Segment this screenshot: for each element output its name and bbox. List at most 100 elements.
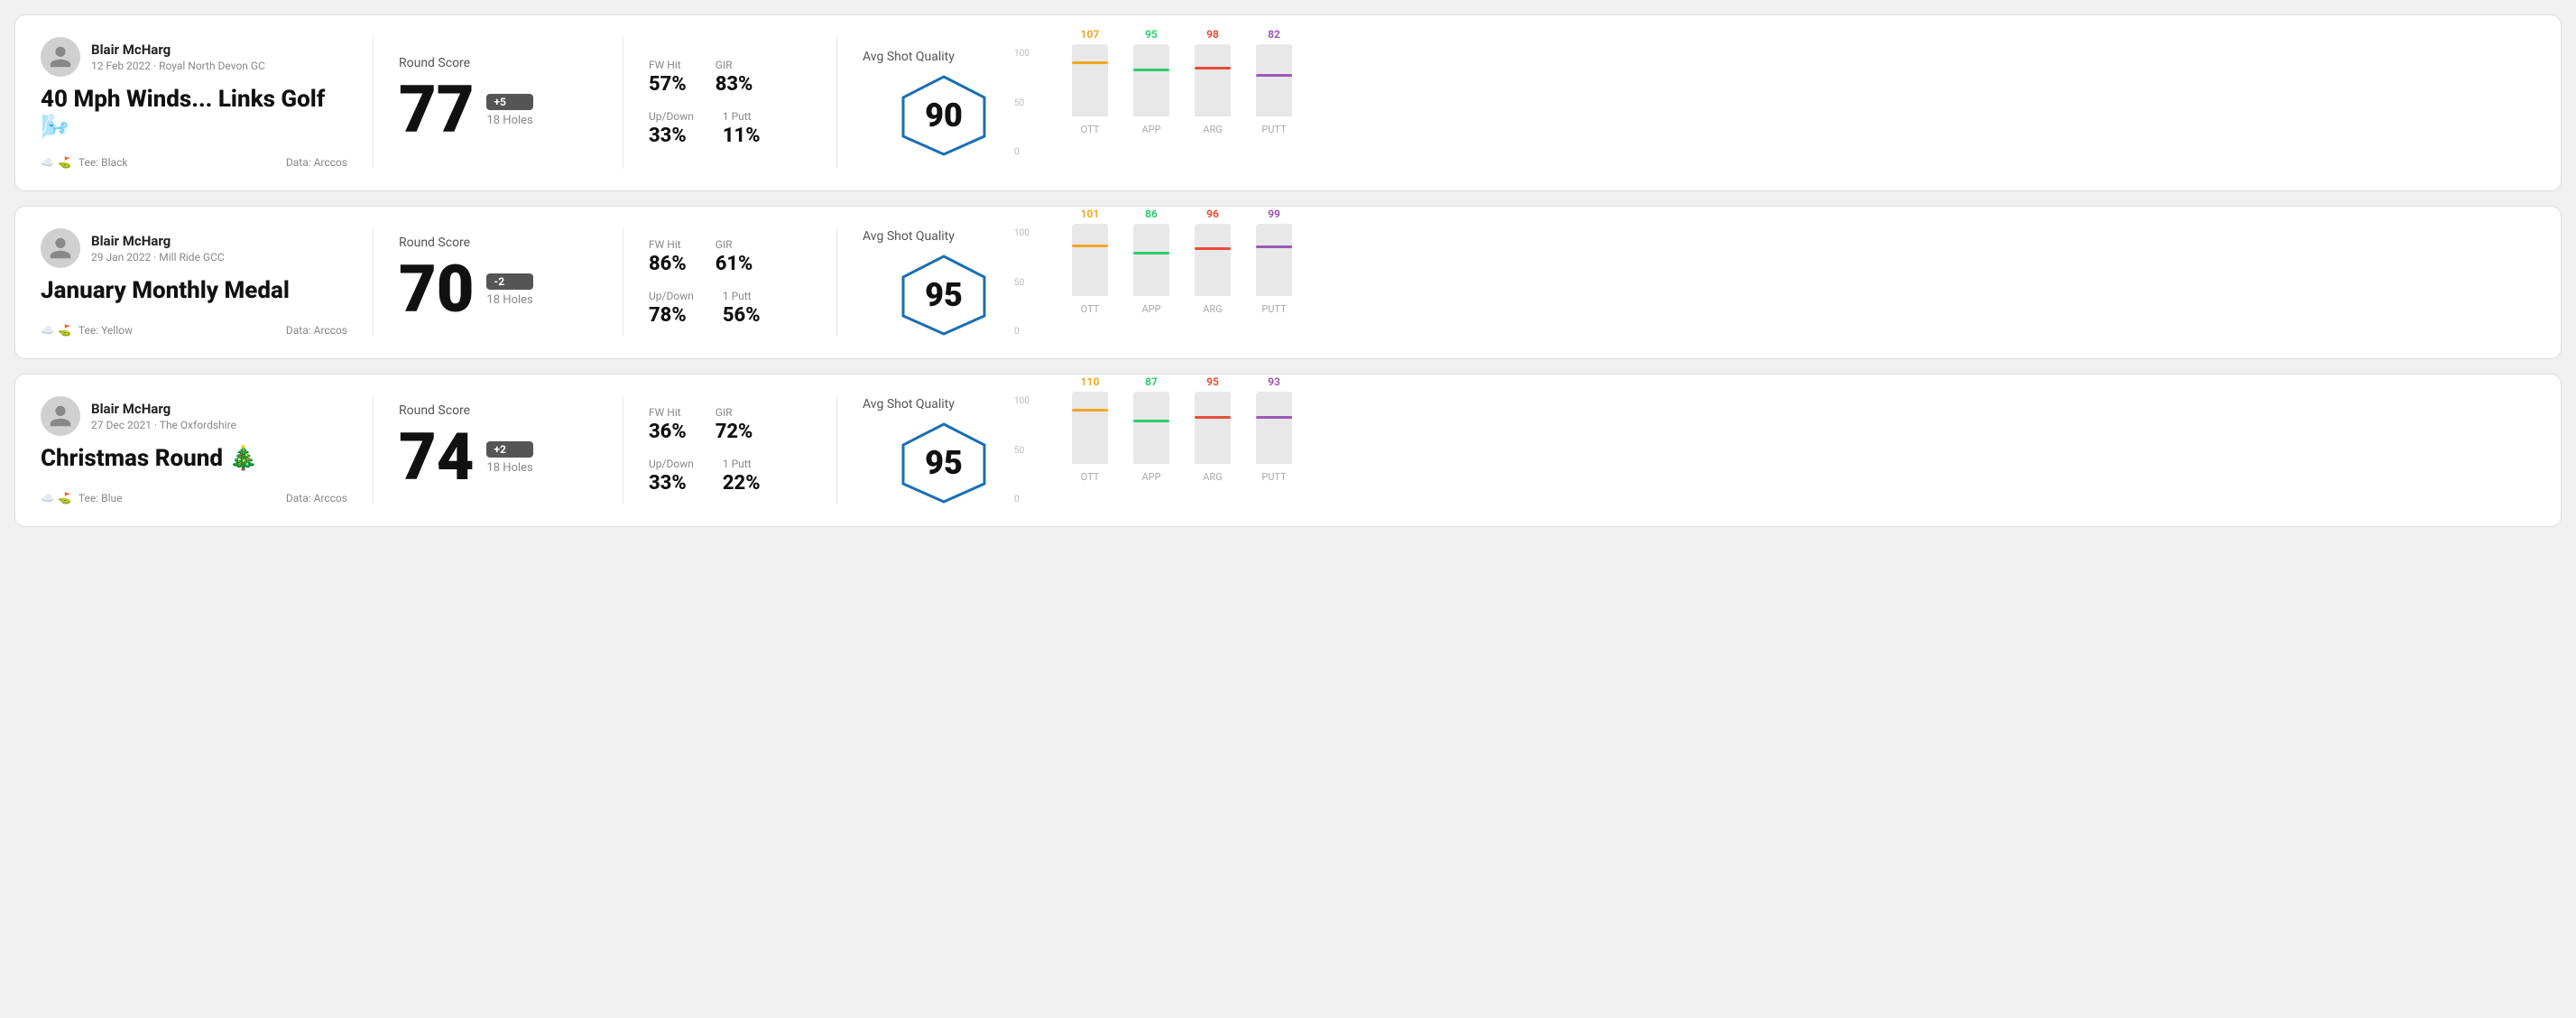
divider bbox=[373, 228, 374, 337]
round-score-label: Round Score bbox=[399, 403, 597, 418]
card-stats: FW Hit 36% GIR 72% Up/Down 33% 1 Putt bbox=[649, 396, 811, 504]
chart-bar-bg bbox=[1072, 44, 1108, 116]
chart-wrapper: 100 50 0 101 OTT 86 bbox=[1043, 228, 2535, 337]
y-label-50: 50 bbox=[1014, 446, 1029, 456]
chart-bar-line bbox=[1195, 247, 1231, 250]
chart-column-ott: 107 OTT bbox=[1072, 44, 1108, 135]
user-info: Blair McHarg 12 Feb 2022 · Royal North D… bbox=[91, 42, 265, 72]
quality-label: Avg Shot Quality bbox=[863, 50, 955, 64]
updown-value: 33% bbox=[649, 472, 694, 495]
chart-value: 101 bbox=[1072, 208, 1108, 220]
stat-gir: GIR 83% bbox=[716, 59, 753, 96]
card-chart: 100 50 0 107 OTT 95 bbox=[1025, 37, 2535, 169]
chart-bar-line bbox=[1195, 67, 1231, 69]
fw-hit-value: 57% bbox=[649, 73, 687, 96]
card-middle: Round Score 77 +5 18 Holes bbox=[399, 37, 597, 169]
chart-x-label: PUTT bbox=[1261, 471, 1286, 483]
chart-value: 95 bbox=[1133, 28, 1169, 41]
y-label-0: 0 bbox=[1014, 147, 1029, 157]
oneputt-label: 1 Putt bbox=[723, 110, 761, 123]
stat-oneputt: 1 Putt 56% bbox=[723, 290, 761, 327]
card-quality: Avg Shot Quality 95 bbox=[863, 228, 1025, 337]
chart-value: 98 bbox=[1195, 28, 1231, 41]
stat-gir: GIR 72% bbox=[716, 406, 753, 443]
oneputt-label: 1 Putt bbox=[723, 458, 761, 470]
chart-bar-bg bbox=[1133, 224, 1169, 296]
y-label-0: 0 bbox=[1014, 495, 1029, 504]
user-icon bbox=[48, 403, 73, 429]
quality-score: 90 bbox=[925, 97, 963, 134]
chart-x-label: ARG bbox=[1203, 303, 1222, 315]
chart-y-axis: 100 50 0 bbox=[1014, 396, 1029, 504]
card-chart: 100 50 0 101 OTT 86 bbox=[1025, 228, 2535, 337]
stat-fw-hit: FW Hit 86% bbox=[649, 238, 687, 275]
chart-column-arg: 96 ARG bbox=[1195, 224, 1231, 315]
chart-x-label: APP bbox=[1141, 471, 1160, 483]
divider3 bbox=[836, 396, 837, 504]
chart-x-label: APP bbox=[1141, 303, 1160, 315]
fw-hit-label: FW Hit bbox=[649, 406, 687, 419]
stat-oneputt: 1 Putt 22% bbox=[723, 458, 761, 495]
user-name: Blair McHarg bbox=[91, 401, 236, 417]
chart-bar-line bbox=[1256, 74, 1292, 77]
user-date: 29 Jan 2022 · Mill Ride GCC bbox=[91, 251, 225, 264]
y-label-100: 100 bbox=[1014, 49, 1029, 59]
user-name: Blair McHarg bbox=[91, 42, 265, 58]
card-left: Blair McHarg 12 Feb 2022 · Royal North D… bbox=[41, 37, 347, 169]
chart-bar-line bbox=[1072, 245, 1108, 247]
updown-value: 33% bbox=[649, 125, 694, 147]
chart-bar-bg bbox=[1195, 392, 1231, 464]
card-footer: ☁️ ⛳ Tee: Blue Data: Arccos bbox=[41, 492, 347, 504]
gir-label: GIR bbox=[716, 59, 753, 71]
divider bbox=[373, 37, 374, 169]
card-middle: Round Score 74 +2 18 Holes bbox=[399, 396, 597, 504]
chart-bar-line bbox=[1133, 252, 1169, 255]
score-value: 77 bbox=[399, 78, 474, 143]
user-icon bbox=[48, 44, 73, 69]
chart-column-ott: 101 OTT bbox=[1072, 224, 1108, 315]
weather-icon: ☁️ bbox=[41, 324, 54, 337]
quality-label: Avg Shot Quality bbox=[863, 397, 955, 412]
user-row: Blair McHarg 27 Dec 2021 · The Oxfordshi… bbox=[41, 396, 347, 436]
flag-icon: ⛳ bbox=[58, 492, 71, 504]
chart-value: 96 bbox=[1195, 208, 1231, 220]
round-title: Christmas Round 🎄 bbox=[41, 445, 347, 473]
y-label-100: 100 bbox=[1014, 396, 1029, 406]
round-score-label: Round Score bbox=[399, 236, 597, 250]
fw-hit-label: FW Hit bbox=[649, 238, 687, 251]
stat-fw-hit: FW Hit 57% bbox=[649, 59, 687, 96]
user-row: Blair McHarg 29 Jan 2022 · Mill Ride GCC bbox=[41, 228, 347, 268]
chart-value: 107 bbox=[1072, 28, 1108, 41]
score-holes: 18 Holes bbox=[486, 293, 532, 307]
score-row: 70 -2 18 Holes bbox=[399, 257, 597, 322]
chart-bar-bg bbox=[1256, 44, 1292, 116]
gir-value: 61% bbox=[716, 253, 753, 275]
avatar bbox=[41, 396, 80, 436]
y-label-100: 100 bbox=[1014, 228, 1029, 238]
chart-value: 82 bbox=[1256, 28, 1292, 41]
chart-x-label: ARG bbox=[1203, 471, 1222, 483]
y-label-50: 50 bbox=[1014, 98, 1029, 108]
stats-group-bottom: Up/Down 33% 1 Putt 11% bbox=[649, 110, 811, 147]
chart-x-label: OTT bbox=[1081, 471, 1100, 483]
chart-area: 110 OTT 87 APP 95 ARG bbox=[1072, 396, 2535, 504]
round-card: Blair McHarg 27 Dec 2021 · The Oxfordshi… bbox=[14, 374, 2562, 527]
chart-y-axis: 100 50 0 bbox=[1014, 228, 1029, 337]
stat-fw-hit: FW Hit 36% bbox=[649, 406, 687, 443]
score-row: 77 +5 18 Holes bbox=[399, 78, 597, 143]
stats-group-top: FW Hit 57% GIR 83% bbox=[649, 59, 811, 96]
round-title: 40 Mph Winds... Links Golf 🌬️ bbox=[41, 86, 347, 142]
weather-icon: ☁️ bbox=[41, 156, 54, 169]
chart-column-app: 87 APP bbox=[1133, 392, 1169, 483]
chart-x-label: OTT bbox=[1081, 124, 1100, 135]
card-stats: FW Hit 86% GIR 61% Up/Down 78% 1 Putt bbox=[649, 228, 811, 337]
chart-bar-line bbox=[1195, 416, 1231, 419]
divider3 bbox=[836, 37, 837, 169]
chart-area: 107 OTT 95 APP 98 ARG bbox=[1072, 49, 2535, 157]
chart-bar-line bbox=[1072, 409, 1108, 412]
score-delta: -2 bbox=[486, 273, 532, 290]
user-name: Blair McHarg bbox=[91, 233, 225, 249]
chart-column-arg: 98 ARG bbox=[1195, 44, 1231, 135]
chart-bar-bg bbox=[1256, 392, 1292, 464]
tee-label: Tee: Black bbox=[78, 156, 127, 169]
